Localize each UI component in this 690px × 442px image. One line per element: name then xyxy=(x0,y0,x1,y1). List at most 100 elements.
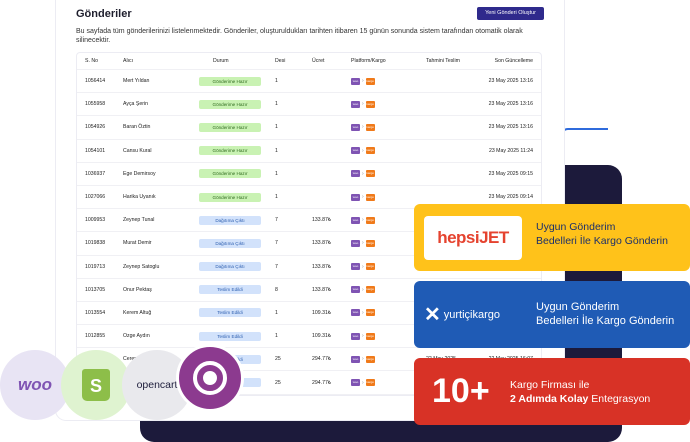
woocommerce-icon[interactable]: woo xyxy=(0,350,70,420)
row-ucret: 109.31₺ xyxy=(312,309,332,316)
woo-platform-icon: woo xyxy=(351,239,360,247)
col-son[interactable]: Son Güncelleme xyxy=(495,58,533,64)
table-header: S. No Alıcı Durum Desi Ücret Platform/Ka… xyxy=(77,53,541,70)
row-son: 23 May 2025 09:15 xyxy=(488,170,533,177)
yurtici-line2: Bedelleri İle Kargo Gönderin xyxy=(536,315,675,327)
kargo-icon: kargo xyxy=(365,147,375,155)
row-ucret: 133.87₺ xyxy=(312,286,332,293)
row-platform: woo › kargo xyxy=(351,379,375,387)
arrow-icon: › xyxy=(362,217,364,224)
status-badge: Gönderime Hazır xyxy=(199,122,261,132)
row-durum: Teslim Edildi xyxy=(199,331,261,341)
yurtici-card[interactable]: ✕ yurtiçikargo Uygun Gönderim Bedelleri … xyxy=(414,281,690,348)
row-desi: 8 xyxy=(275,286,278,293)
row-no: 1055958 xyxy=(85,101,106,108)
row-ucret: 133.87₺ xyxy=(312,240,332,247)
row-desi: 1 xyxy=(275,78,278,85)
row-alici: Kerem Altuğ xyxy=(123,309,152,316)
col-alici[interactable]: Alıcı xyxy=(123,58,133,64)
row-alici: Ozge Aydın xyxy=(123,333,150,340)
woo-platform-icon: woo xyxy=(351,355,360,363)
col-ucret[interactable]: Ücret xyxy=(312,58,324,64)
arrow-icon: › xyxy=(362,170,364,177)
shopify-bag-icon: S xyxy=(82,369,110,401)
kargo-icon: kargo xyxy=(365,239,375,247)
arrow-icon: › xyxy=(362,194,364,201)
carriers-line2-rest: Entegrasyon xyxy=(588,393,651,405)
col-platform[interactable]: Platform/Kargo xyxy=(351,58,386,64)
row-platform: woo › kargo xyxy=(351,147,375,155)
yurtici-mark-icon: ✕ xyxy=(424,304,441,326)
ticimax-icon[interactable] xyxy=(176,344,244,412)
ring-icon xyxy=(193,361,227,395)
status-badge: Teslim Edildi xyxy=(199,285,261,295)
row-durum: Gönderime Hazır xyxy=(199,146,261,156)
row-no: 1027066 xyxy=(85,194,106,201)
kargo-icon: kargo xyxy=(365,193,375,201)
row-durum: Teslim Edildi xyxy=(199,285,261,295)
kargo-icon: kargo xyxy=(365,263,375,271)
row-no: 1009953 xyxy=(85,217,106,224)
carriers-text: Kargo Firması ile 2 Adımda Kolay Entegra… xyxy=(510,378,650,406)
row-durum: Gönderime Hazır xyxy=(199,76,261,86)
col-durum[interactable]: Durum xyxy=(213,58,229,64)
table-row[interactable]: 1054926 Baran Öztin Gönderime Hazır 1 woo › ka… xyxy=(77,116,541,140)
row-ucret: 109.31₺ xyxy=(312,333,332,340)
arrow-icon: › xyxy=(362,240,364,247)
table-row[interactable]: 1055958 Ayça Şerin Gönderime Hazır 1 woo › kar… xyxy=(77,93,541,117)
woo-platform-icon: woo xyxy=(351,332,360,340)
col-desi[interactable]: Desi xyxy=(275,58,285,64)
kargo-icon: kargo xyxy=(365,332,375,340)
woo-platform-icon: woo xyxy=(351,170,360,178)
carriers-line1: Kargo Firması ile xyxy=(510,379,590,391)
status-badge: Gönderime Hazır xyxy=(199,192,261,202)
woo-platform-icon: woo xyxy=(351,123,360,131)
row-son: 23 May 2025 13:16 xyxy=(488,101,533,108)
row-ucret: 133.87₺ xyxy=(312,217,332,224)
status-badge: Dağıtıma Çıktı xyxy=(199,215,261,225)
row-desi: 1 xyxy=(275,147,278,154)
hepsijet-card[interactable]: hepsiJET Uygun Gönderim Bedelleri İle Ka… xyxy=(414,204,690,271)
table-row[interactable]: 1054101 Cansu Kural Gönderime Hazır 1 woo › ka… xyxy=(77,140,541,163)
row-alici: Mert Yıldan xyxy=(123,78,150,85)
arrow-icon: › xyxy=(362,263,364,270)
row-no: 1054101 xyxy=(85,147,106,154)
woo-platform-icon: woo xyxy=(351,100,360,108)
row-durum: Dağıtıma Çıktı xyxy=(199,262,261,272)
row-alici: Onur Pektaş xyxy=(123,286,152,293)
woo-platform-icon: woo xyxy=(351,286,360,294)
carriers-count: 10+ xyxy=(432,372,490,410)
table-row[interactable]: 1056414 Mert Yıldan Gönderime Hazır 1 woo › ka… xyxy=(77,70,541,94)
row-platform: woo › kargo xyxy=(351,193,375,201)
row-durum: Dağıtıma Çıktı xyxy=(199,215,261,225)
new-shipment-button[interactable]: Yeni Gönderi Oluştur xyxy=(477,7,544,20)
status-badge: Teslim Edildi xyxy=(199,331,261,341)
arrow-icon: › xyxy=(362,147,364,154)
carriers-card[interactable]: 10+ Kargo Firması ile 2 Adımda Kolay Ent… xyxy=(414,358,690,425)
kargo-icon: kargo xyxy=(365,123,375,131)
page-title: Gönderiler xyxy=(76,8,132,20)
col-tahmini[interactable]: Tahmini Teslim xyxy=(426,58,460,64)
row-desi: 25 xyxy=(275,356,281,363)
arrow-icon: › xyxy=(362,101,364,108)
shopify-icon[interactable]: S xyxy=(61,350,131,420)
arrow-icon: › xyxy=(362,286,364,293)
carriers-line2: 2 Adımda Kolay Entegrasyon xyxy=(510,392,650,406)
table-row[interactable]: 1036937 Ege Demirsoy Gönderime Hazır 1 woo › k… xyxy=(77,163,541,186)
row-alici: Harika Uyanık xyxy=(123,194,156,201)
yurtici-logo: ✕ yurtiçikargo xyxy=(424,293,522,337)
status-badge: Dağıtıma Çıktı xyxy=(199,238,261,248)
row-durum: Gönderime Hazır xyxy=(199,122,261,132)
row-platform: woo › kargo xyxy=(351,123,375,131)
col-no[interactable]: S. No xyxy=(85,58,98,64)
row-son: 23 May 2025 09:14 xyxy=(488,194,533,201)
kargo-icon: kargo xyxy=(365,286,375,294)
row-durum: Gönderime Hazır xyxy=(199,169,261,179)
status-badge: Teslim Edildi xyxy=(199,308,261,318)
ring-dot-icon xyxy=(203,371,217,385)
row-desi: 1 xyxy=(275,194,278,201)
row-platform: woo › kargo xyxy=(351,263,375,271)
row-durum: Gönderime Hazır xyxy=(199,192,261,202)
status-badge: Gönderime Hazır xyxy=(199,76,261,86)
arrow-icon: › xyxy=(362,333,364,340)
